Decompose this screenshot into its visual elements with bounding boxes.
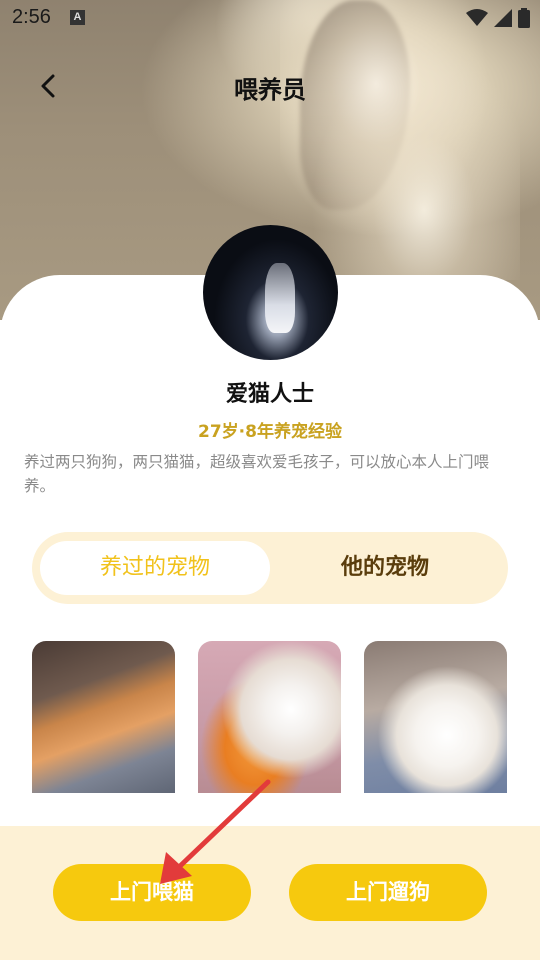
wifi-icon bbox=[466, 9, 488, 26]
avatar bbox=[203, 225, 338, 360]
profile-name: 爱猫人士 bbox=[225, 382, 314, 407]
profile-description: 养过两只狗狗，两只猫猫，超级喜欢爱毛孩子，可以放心本人上门喂养。 bbox=[24, 453, 490, 495]
status-icons bbox=[466, 8, 530, 28]
bottom-action-bar: 上门喂猫 上门遛狗 bbox=[0, 826, 540, 960]
battery-icon bbox=[518, 8, 530, 28]
signal-icon bbox=[494, 9, 512, 27]
white-cat-photo[interactable] bbox=[198, 641, 341, 793]
tab-raised-pets[interactable]: 养过的宠物 bbox=[40, 541, 270, 595]
top-nav: 喂养员 bbox=[0, 58, 540, 114]
notification-a-icon: A bbox=[70, 10, 85, 25]
tab-his-pets[interactable]: 他的宠物 bbox=[270, 541, 500, 595]
hero-photo-figure bbox=[280, 0, 520, 280]
white-puppy-photo[interactable] bbox=[364, 641, 507, 793]
pet-tabs: 养过的宠物 他的宠物 bbox=[32, 532, 508, 604]
feed-cat-button[interactable]: 上门喂猫 bbox=[53, 864, 251, 921]
page-title: 喂养员 bbox=[234, 76, 306, 104]
status-time: 2:56 bbox=[12, 6, 51, 28]
pet-photo-list bbox=[32, 641, 508, 793]
profile-meta: 27岁·8年养宠经验 bbox=[198, 422, 342, 442]
avatar-figure bbox=[265, 263, 295, 333]
orange-cat-photo[interactable] bbox=[32, 641, 175, 793]
walk-dog-button[interactable]: 上门遛狗 bbox=[289, 864, 487, 921]
status-bar: 2:56 A bbox=[0, 0, 540, 36]
